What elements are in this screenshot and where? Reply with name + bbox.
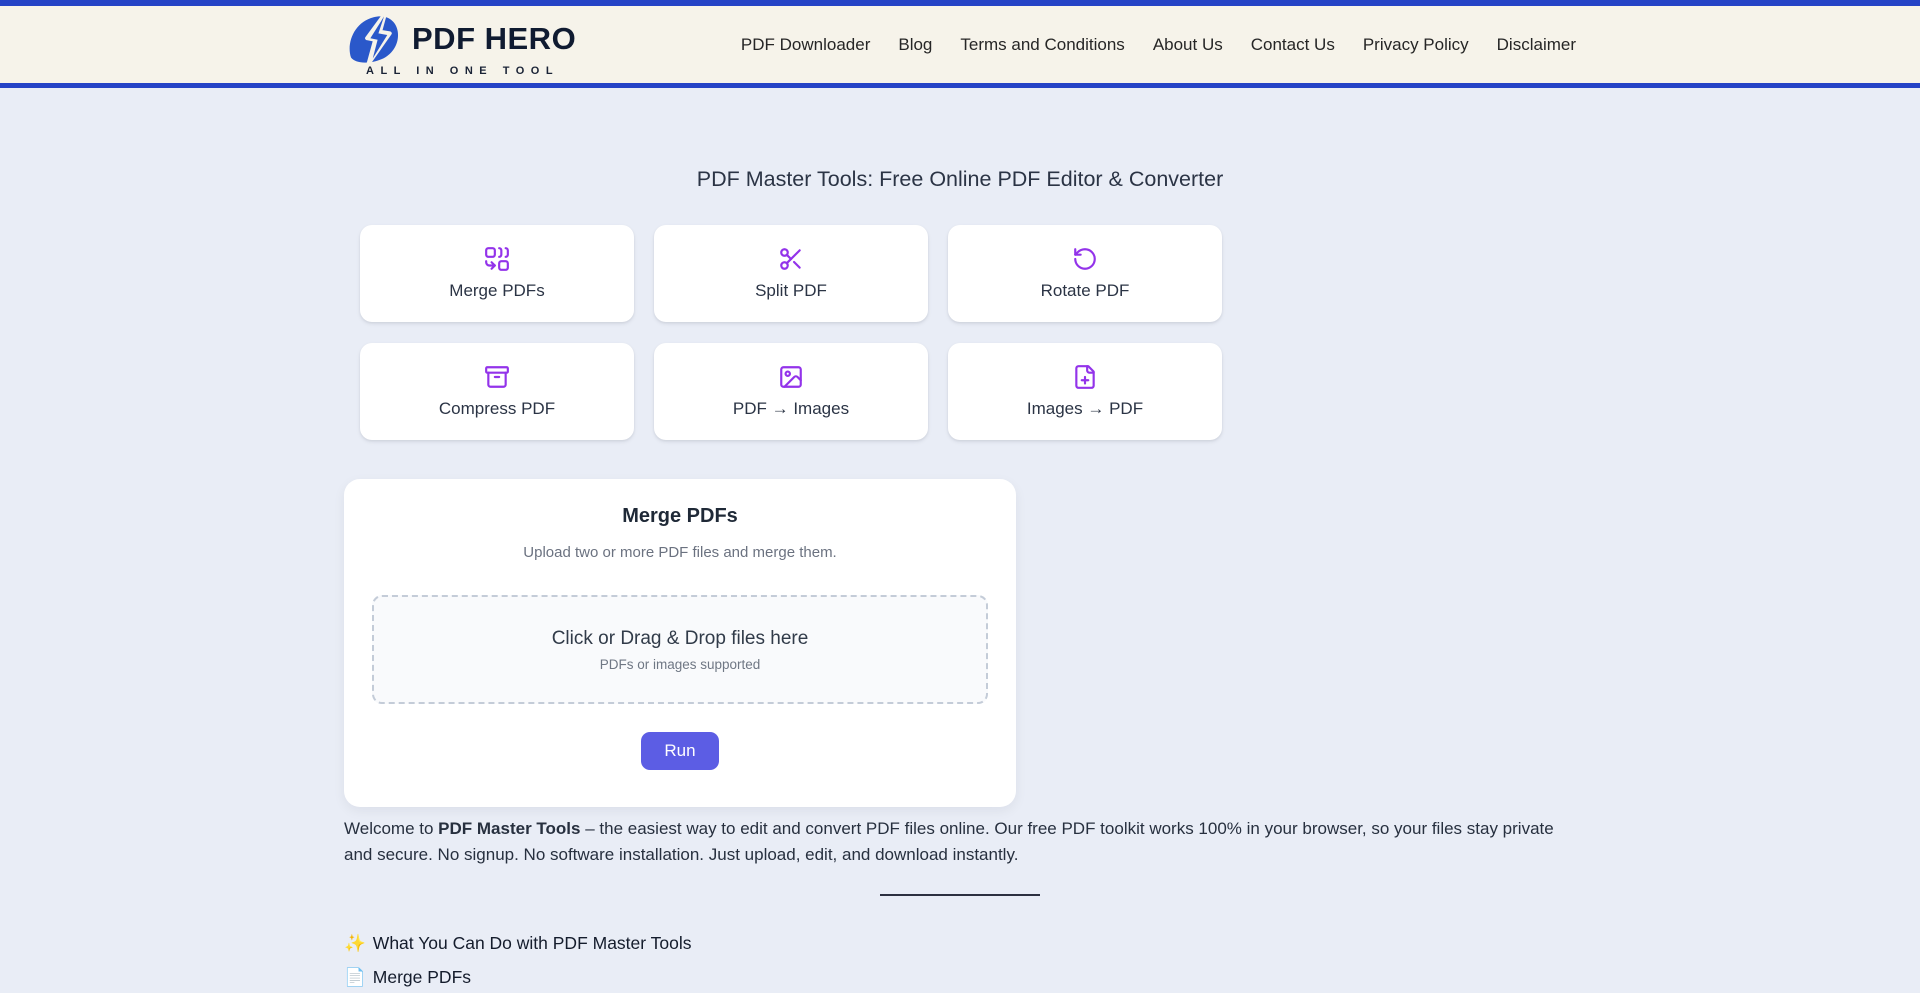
tool-card-merge-pdfs[interactable]: Merge PDFs	[360, 225, 634, 322]
page-icon: 📄	[344, 967, 366, 987]
tool-card-compress-pdf[interactable]: Compress PDF	[360, 343, 634, 440]
site-logo[interactable]: PDF HERO ALL IN ONE TOOL	[344, 14, 576, 77]
nav-link-blog[interactable]: Blog	[898, 35, 932, 55]
dropzone-sub-text: PDFs or images supported	[600, 657, 761, 672]
merge-pdfs-panel: Merge PDFs Upload two or more PDF files …	[344, 479, 1016, 807]
rotate-ccw-icon	[1072, 246, 1098, 272]
tool-card-split-pdf[interactable]: Split PDF	[654, 225, 928, 322]
nav-link-pdf-downloader[interactable]: PDF Downloader	[741, 35, 870, 55]
main-content: PDF Master Tools: Free Online PDF Editor…	[344, 167, 1576, 988]
tool-card-pdf-images[interactable]: PDF → Images	[654, 343, 928, 440]
image-icon	[778, 364, 804, 390]
feature-item-merge-pdfs: 📄 Merge PDFs	[344, 967, 1576, 988]
tool-card-label: Images → PDF	[1027, 399, 1143, 419]
tool-card-images-pdf[interactable]: Images → PDF	[948, 343, 1222, 440]
feature-item-text: Merge PDFs	[373, 967, 471, 987]
tool-card-rotate-pdf[interactable]: Rotate PDF	[948, 225, 1222, 322]
nav-link-contact-us[interactable]: Contact Us	[1251, 35, 1335, 55]
panel-title: Merge PDFs	[372, 505, 988, 528]
file-plus-icon	[1072, 364, 1098, 390]
sparkles-icon: ✨	[344, 933, 366, 953]
features-heading-text: What You Can Do with PDF Master Tools	[373, 933, 692, 953]
tool-card-label: PDF → Images	[733, 399, 849, 419]
nav-link-disclaimer[interactable]: Disclaimer	[1497, 35, 1576, 55]
nav-link-terms-and-conditions[interactable]: Terms and Conditions	[960, 35, 1124, 55]
tool-card-label: Merge PDFs	[449, 281, 544, 301]
combine-icon	[484, 246, 510, 272]
features-heading: ✨ What You Can Do with PDF Master Tools	[344, 933, 1576, 954]
tool-card-label: Rotate PDF	[1041, 281, 1130, 301]
logo-tagline: ALL IN ONE TOOL	[344, 65, 576, 77]
page-title: PDF Master Tools: Free Online PDF Editor…	[344, 167, 1576, 192]
file-dropzone[interactable]: Click or Drag & Drop files here PDFs or …	[372, 595, 988, 704]
site-header: PDF HERO ALL IN ONE TOOL PDF Downloader B…	[0, 0, 1920, 88]
dropzone-main-text: Click or Drag & Drop files here	[552, 628, 809, 650]
tools-grid: Merge PDFs Split PDF Rotate PDF Compress PD…	[360, 225, 1222, 440]
brand-name: PDF Master Tools	[438, 819, 580, 838]
run-button[interactable]: Run	[641, 732, 718, 770]
archive-icon	[484, 364, 510, 390]
nav-link-about-us[interactable]: About Us	[1153, 35, 1223, 55]
tool-card-label: Compress PDF	[439, 399, 555, 419]
tool-card-label: Split PDF	[755, 281, 827, 301]
pdf-hero-logo-icon	[344, 14, 408, 64]
intro-prefix: Welcome to	[344, 819, 438, 838]
main-nav: PDF Downloader Blog Terms and Conditions Ab…	[741, 35, 1576, 55]
nav-link-privacy-policy[interactable]: Privacy Policy	[1363, 35, 1469, 55]
scissors-icon	[778, 246, 804, 272]
section-divider	[880, 894, 1040, 896]
panel-subtitle: Upload two or more PDF files and merge t…	[372, 544, 988, 561]
logo-top: PDF HERO	[344, 14, 576, 64]
header-inner: PDF HERO ALL IN ONE TOOL PDF Downloader B…	[344, 6, 1576, 83]
intro-paragraph: Welcome to PDF Master Tools – the easies…	[344, 816, 1576, 867]
logo-title: PDF HERO	[412, 21, 576, 57]
run-button-row: Run	[372, 732, 988, 770]
